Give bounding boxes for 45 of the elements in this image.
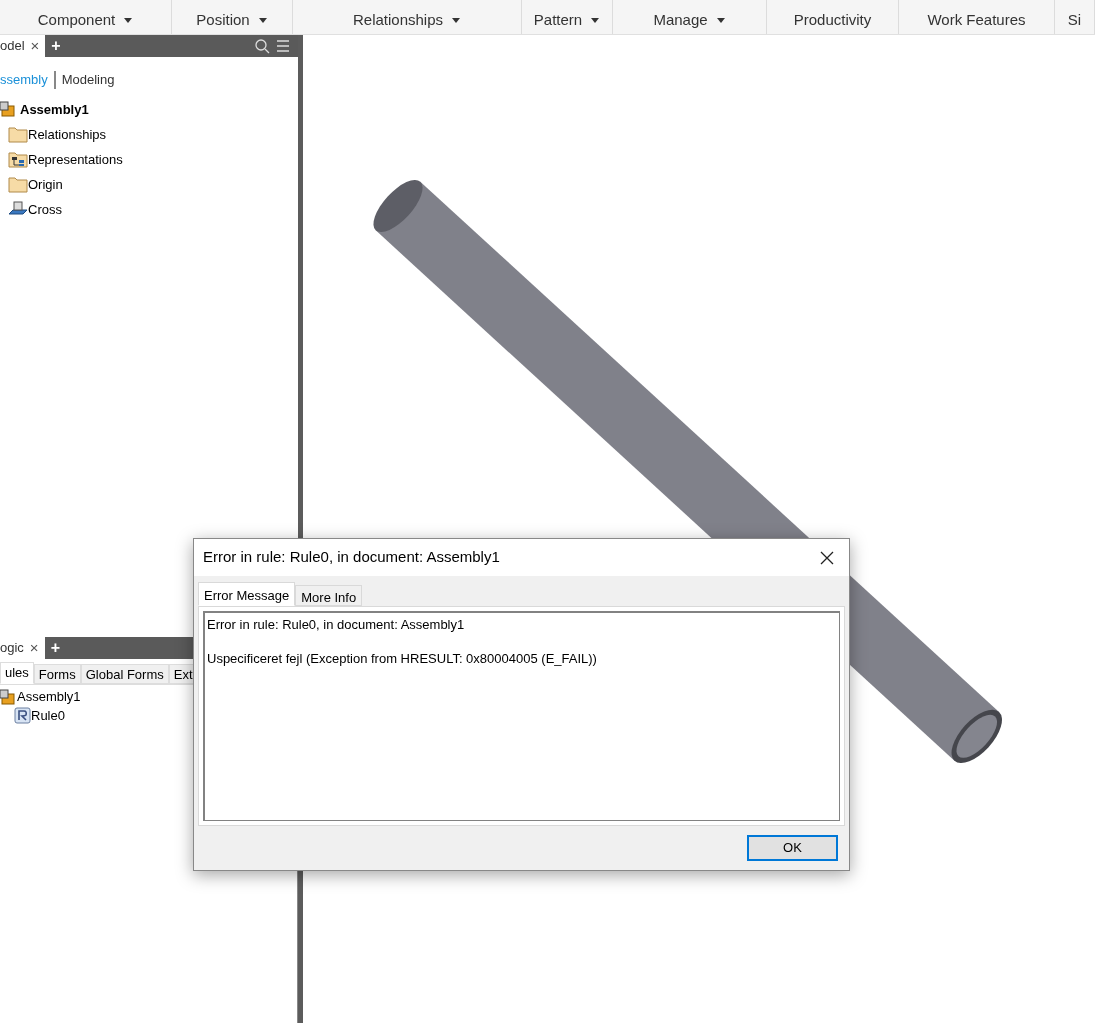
tab[interactable]: More Info xyxy=(295,585,363,606)
panel-label[interactable]: Component xyxy=(33,8,138,32)
message-text: Uspecificeret fejl (Exception from HRESULT: 0x80004005 (E_FAIL)) xyxy=(207,649,598,668)
caret-icon xyxy=(123,16,134,24)
message-text: Error in rule: Rule0, in document: Assembly1 xyxy=(207,616,466,634)
tab[interactable]: ules xyxy=(0,662,34,684)
search-icon xyxy=(255,38,270,54)
ok-button[interactable]: OK xyxy=(747,835,838,861)
browser-tab[interactable]: ogic × xyxy=(0,637,45,659)
assembly-icon xyxy=(0,688,17,705)
add-tab-button[interactable]: + xyxy=(51,34,61,58)
tab[interactable]: Error Message xyxy=(198,582,296,606)
caret-icon xyxy=(590,16,601,24)
caret-icon xyxy=(715,16,726,24)
tab[interactable]: Forms xyxy=(33,664,81,684)
tree-item[interactable]: Origin xyxy=(28,174,63,195)
tree-item[interactable]: Assembly1 xyxy=(17,686,81,707)
tree-item[interactable]: Cross xyxy=(28,199,62,220)
caret-icon xyxy=(257,16,268,24)
panel-label[interactable]: Position xyxy=(192,8,272,32)
tree-item[interactable]: Relationships xyxy=(28,124,107,145)
tree-item[interactable]: Assembly1 xyxy=(20,99,89,120)
folder-icon xyxy=(8,124,28,145)
menu-icon xyxy=(276,39,290,53)
add-tab-button[interactable]: + xyxy=(50,636,60,660)
panel-label[interactable]: Si xyxy=(1063,8,1086,32)
caret-icon xyxy=(451,16,462,24)
panel-label[interactable]: Productivity xyxy=(789,8,876,32)
tree-item[interactable]: Rule0 xyxy=(31,705,65,726)
view-tab[interactable]: Modeling xyxy=(61,70,115,90)
panel-label[interactable]: Pattern xyxy=(529,8,605,32)
tree-item[interactable]: Representations xyxy=(28,149,123,170)
browser-tab[interactable]: odel × xyxy=(0,35,46,57)
panel-label[interactable]: Relationships xyxy=(348,8,466,32)
close-icon xyxy=(820,550,834,565)
dialog-title: Error in rule: Rule0, in document: Assembly1 xyxy=(203,547,500,568)
representations-icon xyxy=(8,149,28,170)
panel-label[interactable]: Manage xyxy=(649,8,730,32)
close-button[interactable]: × xyxy=(30,34,40,58)
panel-label[interactable]: Work Features xyxy=(923,8,1030,32)
message-box[interactable]: Error in rule: Rule0, in document: Assembly1 Uspecificeret fejl (Exception from HRESULT: 0x80004005 (E_FAIL)) xyxy=(203,611,840,821)
close-button[interactable]: × xyxy=(29,636,39,660)
tab[interactable]: Global Forms xyxy=(80,664,169,684)
view-tab[interactable]: ssembly xyxy=(0,70,48,90)
folder-icon xyxy=(8,174,28,195)
